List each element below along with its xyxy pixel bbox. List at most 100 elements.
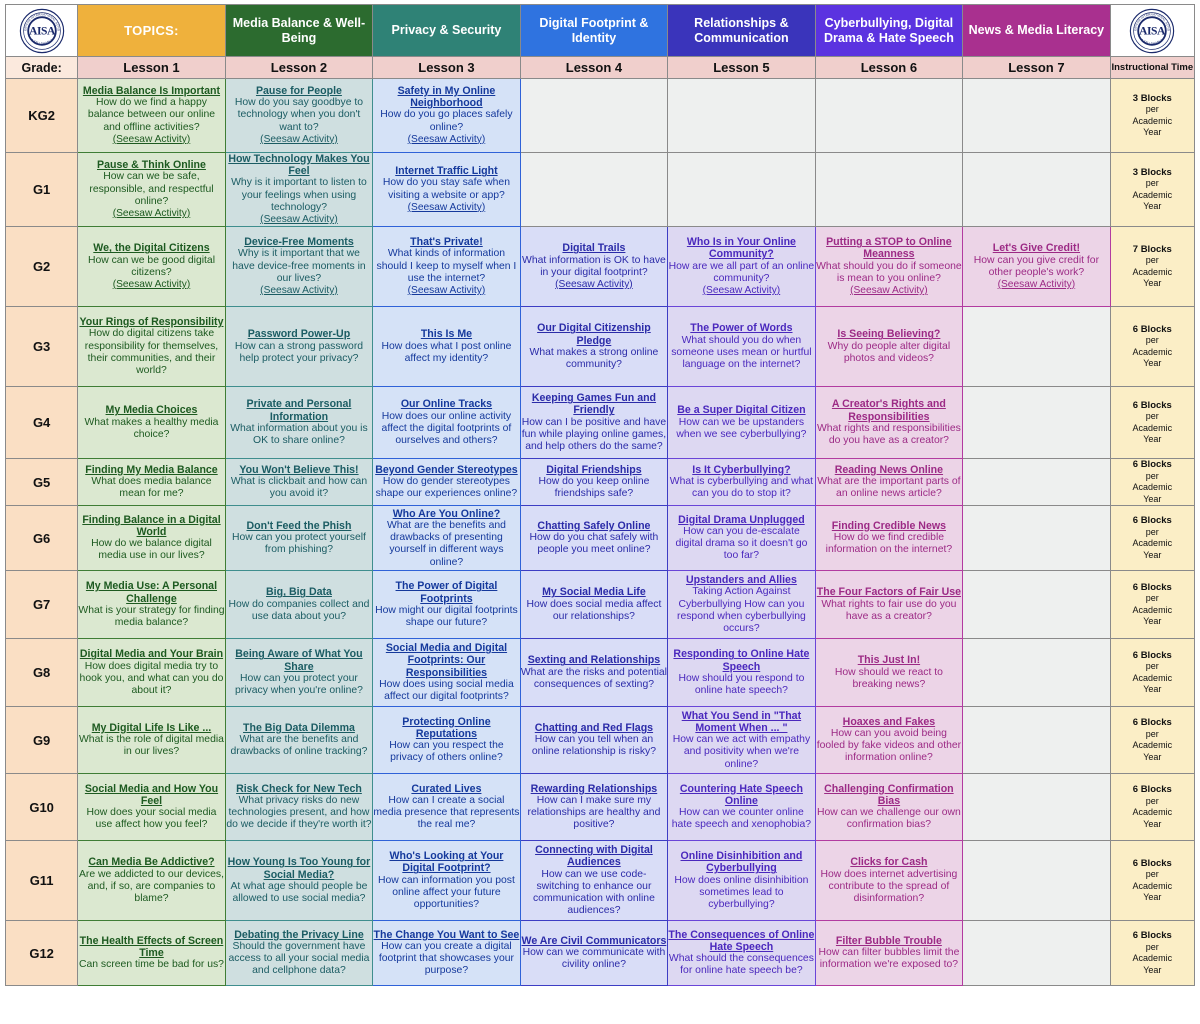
lesson-title[interactable]: Finding My Media Balance xyxy=(78,464,224,476)
lesson-title[interactable]: You Won't Believe This! xyxy=(226,464,372,476)
lesson-cell[interactable]: Hoaxes and Fakes How can you avoid being … xyxy=(814,706,964,775)
lesson-title[interactable]: Upstanders and Allies xyxy=(668,574,814,586)
lesson-cell[interactable]: Internet Traffic Light How do you stay sa… xyxy=(372,151,521,228)
lesson-title[interactable]: A Creator's Rights and Responsibilities xyxy=(816,398,962,422)
lesson-title[interactable]: Countering Hate Speech Online xyxy=(668,783,814,807)
lesson-title[interactable]: The Health Effects of Screen Time xyxy=(78,935,224,959)
lesson-cell[interactable]: Pause for People How do you say goodbye t… xyxy=(224,78,374,153)
lesson-title[interactable]: Who Is in Your Online Community? xyxy=(668,236,814,260)
seesaw-activity-link[interactable]: (Seesaw Activity) xyxy=(521,279,667,291)
lesson-cell[interactable]: Clicks for Cash How does internet adverti… xyxy=(814,840,964,922)
lesson-cell[interactable]: The Change You Want to See How can you cr… xyxy=(372,920,521,987)
lesson-cell[interactable]: Being Aware of What You Share How can you… xyxy=(224,638,374,708)
lesson-title[interactable]: Risk Check for New Tech xyxy=(226,783,372,795)
lesson-title[interactable]: Sexting and Relationships xyxy=(521,654,667,666)
lesson-cell[interactable]: Finding My Media Balance What does media … xyxy=(77,458,226,507)
lesson-title[interactable]: Debating the Privacy Line xyxy=(226,929,372,941)
lesson-title[interactable]: Private and Personal Information xyxy=(226,398,372,422)
lesson-title[interactable]: Finding Balance in a Digital World xyxy=(78,514,224,538)
lesson-cell[interactable]: Protecting Online Reputations How can you… xyxy=(372,706,521,775)
seesaw-activity-link[interactable]: (Seesaw Activity) xyxy=(373,202,519,214)
lesson-title[interactable]: My Social Media Life xyxy=(521,586,667,598)
lesson-cell[interactable]: Countering Hate Speech Online How can we … xyxy=(667,773,816,842)
lesson-title[interactable]: Hoaxes and Fakes xyxy=(816,716,962,728)
lesson-cell[interactable]: How Young Is Too Young for Social Media?… xyxy=(224,840,374,922)
lesson-title[interactable]: The Consequences of Online Hate Speech xyxy=(668,929,814,953)
lesson-cell[interactable]: Risk Check for New Tech What privacy risk… xyxy=(224,773,374,842)
lesson-cell[interactable]: The Big Data Dilemma What are the benefit… xyxy=(224,706,374,775)
lesson-title[interactable]: Reading News Online xyxy=(816,464,962,476)
lesson-cell[interactable]: Who Is in Your Online Community? How are … xyxy=(667,226,816,308)
lesson-title[interactable]: Is It Cyberbullying? xyxy=(668,464,814,476)
lesson-cell[interactable]: Social Media and Digital Footprints: Our… xyxy=(372,638,521,708)
lesson-title[interactable]: Safety in My Online Neighborhood xyxy=(373,85,519,109)
lesson-cell[interactable]: Chatting and Red Flags How can you tell w… xyxy=(519,706,669,775)
lesson-title[interactable]: We, the Digital Citizens xyxy=(78,242,224,254)
lesson-cell[interactable]: A Creator's Rights and Responsibilities W… xyxy=(814,386,964,460)
lesson-title[interactable]: Curated Lives xyxy=(373,783,519,795)
lesson-title[interactable]: Responding to Online Hate Speech xyxy=(668,648,814,672)
lesson-cell[interactable]: Digital Friendships How do you keep onlin… xyxy=(519,458,669,507)
lesson-cell[interactable]: Be a Super Digital Citizen How can we be … xyxy=(667,386,816,460)
lesson-title[interactable]: The Power of Digital Footprints xyxy=(373,580,519,604)
lesson-title[interactable]: How Technology Makes You Feel xyxy=(226,153,372,177)
lesson-title[interactable]: The Four Factors of Fair Use xyxy=(816,586,962,598)
lesson-cell[interactable]: Digital Drama Unplugged How can you de-es… xyxy=(667,505,816,572)
lesson-title[interactable]: Social Media and Digital Footprints: Our… xyxy=(373,642,519,679)
lesson-title[interactable]: The Change You Want to See xyxy=(373,929,520,941)
lesson-title[interactable]: The Power of Words xyxy=(668,322,814,334)
lesson-cell[interactable]: My Media Use: A Personal Challenge What i… xyxy=(77,570,226,640)
lesson-cell[interactable]: My Media Choices What makes a healthy med… xyxy=(77,386,226,460)
lesson-title[interactable]: We Are Civil Communicators xyxy=(521,935,667,947)
lesson-cell[interactable]: Private and Personal Information What inf… xyxy=(224,386,374,460)
lesson-cell[interactable]: My Social Media Life How does social medi… xyxy=(519,570,669,640)
lesson-title[interactable]: Protecting Online Reputations xyxy=(373,716,519,740)
lesson-title[interactable]: Don't Feed the Phish xyxy=(226,520,372,532)
lesson-cell[interactable]: That's Private! What kinds of information… xyxy=(372,226,521,308)
lesson-cell[interactable]: Our Digital Citizenship Pledge What makes… xyxy=(519,306,669,388)
lesson-cell[interactable]: Challenging Confirmation Bias How can we … xyxy=(814,773,964,842)
lesson-cell[interactable]: Rewarding Relationships How can I make su… xyxy=(519,773,669,842)
lesson-title[interactable]: Pause & Think Online xyxy=(78,159,224,171)
lesson-title[interactable]: Who's Looking at Your Digital Footprint? xyxy=(373,850,519,874)
lesson-cell[interactable]: Your Rings of Responsibility How do digit… xyxy=(77,306,226,388)
lesson-title[interactable]: Digital Friendships xyxy=(521,464,667,476)
lesson-title[interactable]: Putting a STOP to Online Meanness xyxy=(816,236,962,260)
seesaw-activity-link[interactable]: (Seesaw Activity) xyxy=(963,279,1109,291)
lesson-cell[interactable]: Curated Lives How can I create a social m… xyxy=(372,773,521,842)
lesson-cell[interactable]: Is It Cyberbullying? What is cyberbullyin… xyxy=(667,458,816,507)
lesson-cell[interactable]: We Are Civil Communicators How can we com… xyxy=(519,920,669,987)
seesaw-activity-link[interactable]: (Seesaw Activity) xyxy=(78,134,224,146)
lesson-title[interactable]: Connecting with Digital Audiences xyxy=(521,844,667,868)
lesson-cell[interactable]: Reading News Online What are the importan… xyxy=(814,458,964,507)
seesaw-activity-link[interactable]: (Seesaw Activity) xyxy=(78,279,224,291)
seesaw-activity-link[interactable]: (Seesaw Activity) xyxy=(668,285,814,297)
lesson-cell[interactable]: Online Disinhibition and Cyberbullying Ho… xyxy=(667,840,816,922)
lesson-cell[interactable]: Beyond Gender Stereotypes How do gender s… xyxy=(372,458,521,507)
lesson-cell[interactable]: The Health Effects of Screen Time Can scr… xyxy=(77,920,226,987)
seesaw-activity-link[interactable]: (Seesaw Activity) xyxy=(78,208,224,220)
lesson-title[interactable]: Chatting Safely Online xyxy=(521,520,667,532)
lesson-title[interactable]: How Young Is Too Young for Social Media? xyxy=(226,856,372,880)
lesson-cell[interactable]: Pause & Think Online How can we be safe, … xyxy=(77,151,226,228)
lesson-cell[interactable]: Media Balance Is Important How do we find… xyxy=(77,78,226,153)
lesson-title[interactable]: Who Are You Online? xyxy=(373,508,519,520)
lesson-title[interactable]: This Just In! xyxy=(816,654,962,666)
lesson-title[interactable]: Digital Drama Unplugged xyxy=(668,514,814,526)
lesson-title[interactable]: Filter Bubble Trouble xyxy=(816,935,962,947)
lesson-cell[interactable]: How Technology Makes You Feel Why is it i… xyxy=(224,151,374,228)
lesson-title[interactable]: Let's Give Credit! xyxy=(963,242,1109,254)
lesson-cell[interactable]: Is Seeing Believing? Why do people alter … xyxy=(814,306,964,388)
lesson-cell[interactable]: Who's Looking at Your Digital Footprint?… xyxy=(372,840,521,922)
lesson-cell[interactable]: Safety in My Online Neighborhood How do y… xyxy=(372,78,521,153)
lesson-cell[interactable]: We, the Digital Citizens How can we be go… xyxy=(77,226,226,308)
lesson-cell[interactable]: Connecting with Digital Audiences How can… xyxy=(519,840,669,922)
lesson-title[interactable]: Rewarding Relationships xyxy=(521,783,667,795)
lesson-title[interactable]: Internet Traffic Light xyxy=(373,165,519,177)
lesson-title[interactable]: Your Rings of Responsibility xyxy=(78,316,224,328)
seesaw-activity-link[interactable]: (Seesaw Activity) xyxy=(816,285,962,297)
lesson-cell[interactable]: You Won't Believe This! What is clickbait… xyxy=(224,458,374,507)
lesson-title[interactable]: My Media Choices xyxy=(78,404,224,416)
lesson-title[interactable]: Is Seeing Believing? xyxy=(816,328,962,340)
lesson-title[interactable]: Digital Trails xyxy=(521,242,667,254)
